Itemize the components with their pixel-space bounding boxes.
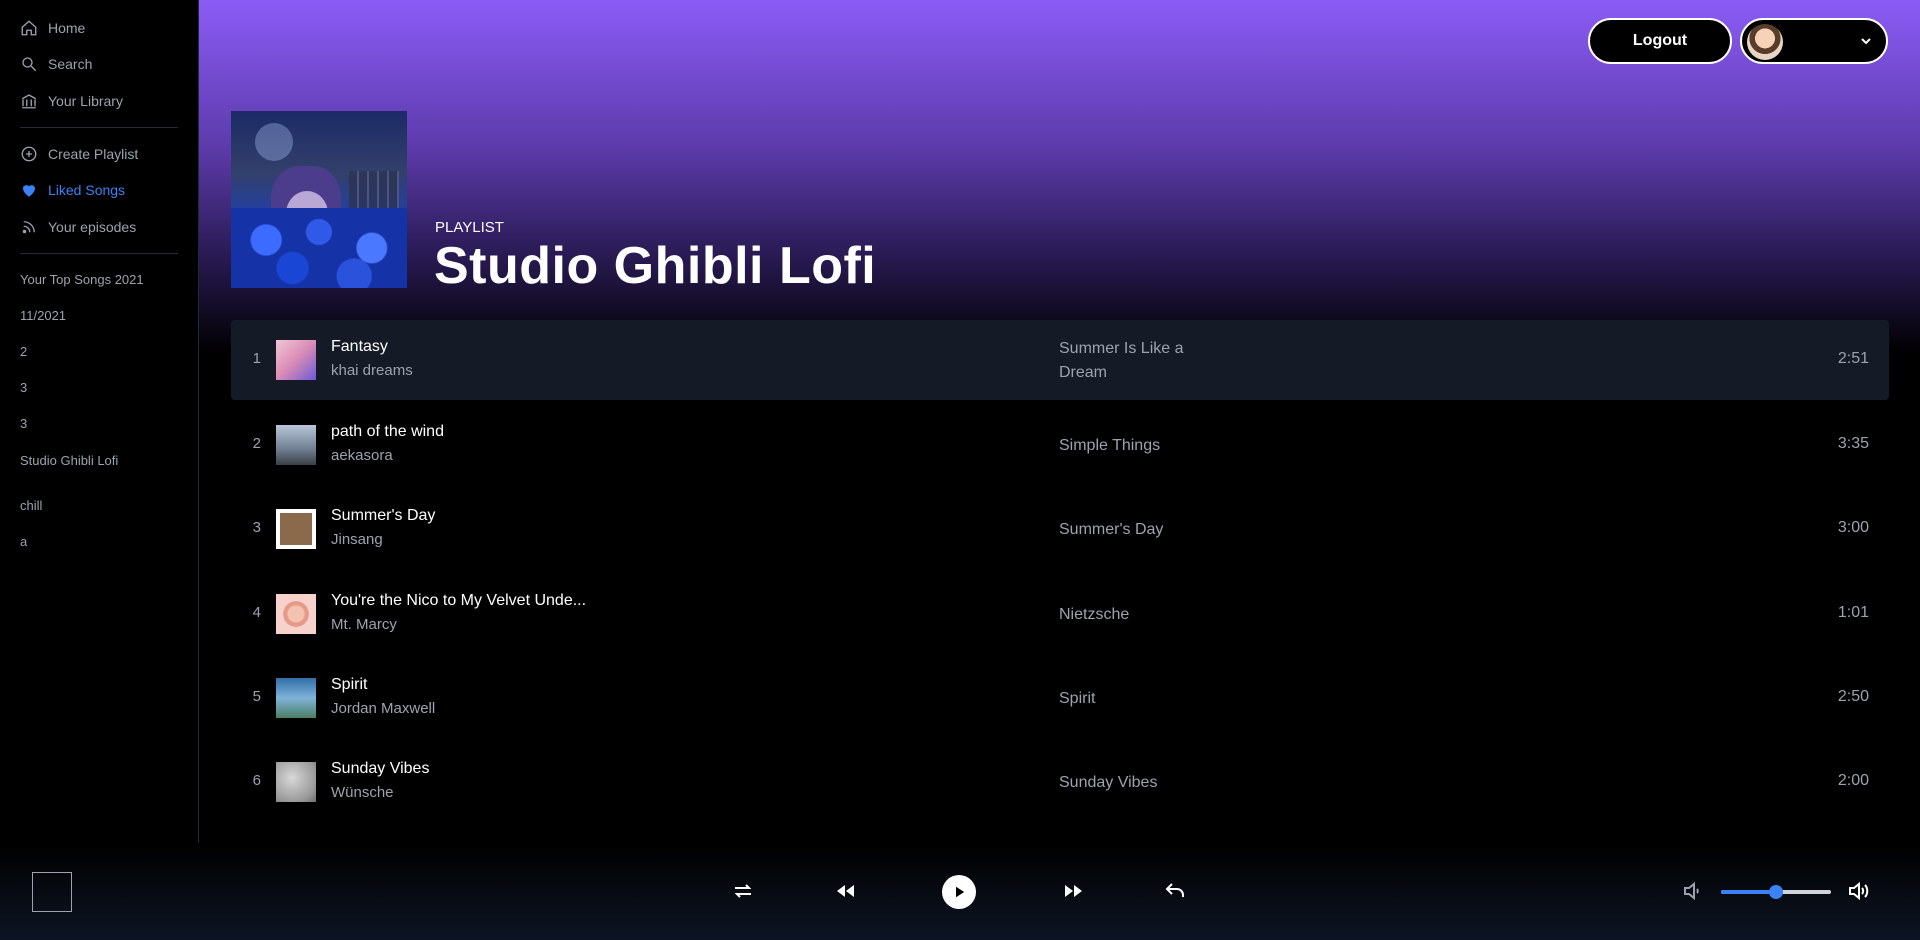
track-number: 3 <box>252 519 261 536</box>
sidebar-playlist-item[interactable]: Studio Ghibli Lofi <box>20 453 118 468</box>
playlist-cover-image <box>231 111 407 288</box>
track-number: 5 <box>252 688 261 705</box>
chevron-down-icon <box>1861 38 1871 45</box>
track-artist[interactable]: aekasora <box>331 447 393 464</box>
track-album[interactable]: Simple Things <box>1059 434 1199 458</box>
avatar <box>1747 24 1783 60</box>
rss-icon <box>22 221 35 234</box>
volume-slider[interactable] <box>1721 885 1831 899</box>
track-duration: 2:00 <box>1837 772 1869 789</box>
nav-home[interactable]: Home <box>20 17 85 39</box>
track-thumbnail <box>276 509 316 549</box>
track-number: 4 <box>252 604 261 621</box>
divider <box>20 253 178 254</box>
play-button[interactable] <box>942 875 976 909</box>
undo-icon[interactable] <box>1163 879 1187 903</box>
track-artist[interactable]: Jinsang <box>331 531 383 548</box>
track-artist[interactable]: Jordan Maxwell <box>331 700 435 717</box>
create-playlist-label: Create Playlist <box>48 146 139 162</box>
repeat-icon[interactable] <box>731 879 755 903</box>
track-thumbnail <box>276 340 316 380</box>
your-episodes-link[interactable]: Your episodes <box>20 216 136 238</box>
logout-button[interactable]: Logout <box>1588 18 1732 64</box>
volume-handle[interactable] <box>1769 885 1783 899</box>
track-thumbnail <box>276 678 316 718</box>
sidebar-playlist-item[interactable]: 3 <box>20 416 27 431</box>
nav-library-label: Your Library <box>48 93 123 109</box>
track-thumbnail <box>276 594 316 634</box>
track-duration: 2:51 <box>1837 350 1869 367</box>
sidebar-playlist-item[interactable]: 2 <box>20 344 27 359</box>
track-number: 1 <box>252 350 261 367</box>
play-icon <box>956 886 965 898</box>
search-icon <box>22 57 37 72</box>
track-number: 6 <box>252 772 261 789</box>
user-menu-button[interactable] <box>1740 18 1888 64</box>
your-episodes-label: Your episodes <box>48 219 137 235</box>
track-title: path of the wind <box>331 423 444 440</box>
track-artist[interactable]: khai dreams <box>331 362 413 379</box>
track-number: 2 <box>252 435 261 452</box>
track-row[interactable]: 3 Summer's Day Jinsang Summer's Day 3:00 <box>231 489 1889 569</box>
page-title: Studio Ghibli Lofi <box>434 237 877 295</box>
playlist-type-label: PLAYLIST <box>435 219 504 236</box>
volume-fill <box>1721 890 1776 894</box>
plus-circle-icon <box>21 146 37 162</box>
track-duration: 3:00 <box>1837 519 1869 536</box>
track-duration: 2:50 <box>1837 688 1869 705</box>
track-row[interactable]: 4 You're the Nico to My Velvet Unde... M… <box>231 574 1889 654</box>
now-playing-artwork[interactable] <box>32 872 72 912</box>
player-bar <box>0 843 1920 940</box>
track-album[interactable]: Sunday Vibes <box>1059 771 1199 795</box>
track-title: You're the Nico to My Velvet Unde... <box>331 592 587 609</box>
track-album[interactable]: Summer Is Like a Dream <box>1059 337 1199 385</box>
liked-songs-link[interactable]: Liked Songs <box>20 179 125 201</box>
track-duration: 1:01 <box>1837 604 1869 621</box>
sidebar-playlist-item[interactable]: chill <box>20 498 42 513</box>
track-row[interactable]: 5 Spirit Jordan Maxwell Spirit 2:50 <box>231 658 1889 738</box>
nav-search[interactable]: Search <box>20 53 92 75</box>
sidebar-playlist-item[interactable]: 11/2021 <box>20 308 66 323</box>
heart-icon <box>23 185 35 197</box>
track-thumbnail <box>276 762 316 802</box>
sidebar-playlist-item[interactable]: a <box>20 534 27 549</box>
previous-icon[interactable] <box>834 879 858 903</box>
track-title: Fantasy <box>331 338 388 355</box>
track-album[interactable]: Summer's Day <box>1059 518 1199 542</box>
sidebar-playlist-item[interactable]: 3 <box>20 380 27 395</box>
volume-up-icon[interactable] <box>1846 879 1870 903</box>
nav-search-label: Search <box>48 56 93 72</box>
library-icon <box>21 94 37 109</box>
nav-home-label: Home <box>48 20 86 36</box>
sidebar: Home Search Your Library Create Playlist… <box>0 0 199 843</box>
divider <box>20 127 178 128</box>
nav-library[interactable]: Your Library <box>20 90 123 112</box>
create-playlist-button[interactable]: Create Playlist <box>20 143 138 165</box>
liked-songs-label: Liked Songs <box>48 182 126 198</box>
track-thumbnail <box>276 425 316 465</box>
track-artist[interactable]: Wünsche <box>331 784 394 801</box>
volume-down-icon[interactable] <box>1681 879 1705 903</box>
track-row[interactable]: 6 Sunday Vibes Wünsche Sunday Vibes 2:00 <box>231 742 1889 822</box>
track-title: Spirit <box>331 676 368 693</box>
home-icon <box>21 20 37 36</box>
track-row[interactable]: 2 path of the wind aekasora Simple Thing… <box>231 405 1889 485</box>
track-album[interactable]: Spirit <box>1059 687 1199 711</box>
track-duration: 3:35 <box>1837 435 1869 452</box>
track-album[interactable]: Nietzsche <box>1059 603 1199 627</box>
track-artist[interactable]: Mt. Marcy <box>331 616 397 633</box>
next-icon[interactable] <box>1061 879 1085 903</box>
sidebar-playlist-item[interactable]: Your Top Songs 2021 <box>20 272 144 287</box>
track-title: Summer's Day <box>331 507 436 524</box>
track-title: Sunday Vibes <box>331 760 430 777</box>
track-row[interactable]: 1 Fantasy khai dreams Summer Is Like a D… <box>231 320 1889 400</box>
